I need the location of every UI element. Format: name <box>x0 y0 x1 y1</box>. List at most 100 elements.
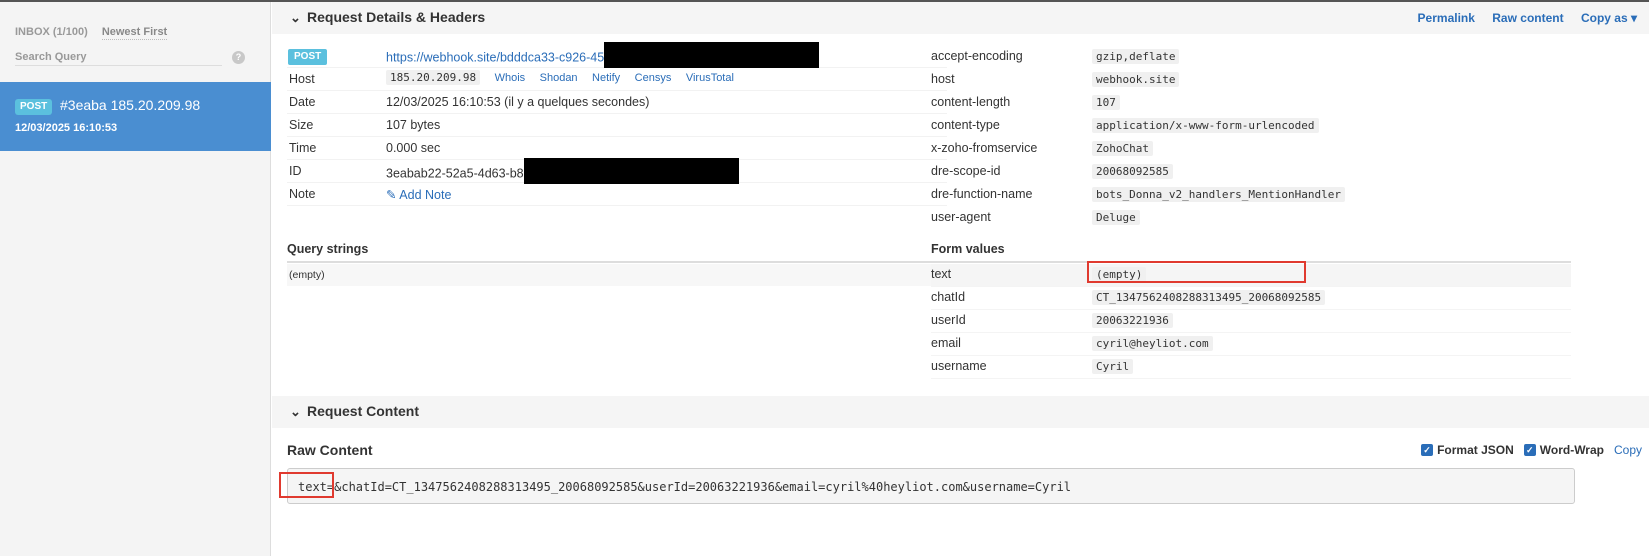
inbox-count: INBOX (1/100) <box>15 26 88 38</box>
header-key: user-agent <box>931 210 991 224</box>
add-note-button[interactable]: ✎ Add Note <box>386 187 451 202</box>
form-values-title: Form values <box>931 242 1571 263</box>
request-list-item[interactable]: POST #3eaba 185.20.209.98 12/03/2025 16:… <box>0 82 271 151</box>
header-key: content-type <box>931 118 1000 132</box>
content-section-header[interactable]: ⌄ Request Content <box>272 396 1649 428</box>
header-row: user-agent Deluge <box>931 207 1571 230</box>
shodan-link[interactable]: Shodan <box>540 72 578 84</box>
header-key: accept-encoding <box>931 49 1023 63</box>
redacted-block <box>523 158 739 184</box>
time-row: Time 0.000 sec <box>287 137 947 160</box>
request-title: #3eaba 185.20.209.98 <box>60 97 201 113</box>
form-value: 20063221936 <box>1092 313 1173 328</box>
request-date: 12/03/2025 16:10:53 <box>15 122 118 134</box>
form-key: chatId <box>931 290 966 304</box>
inbox-header: INBOX (1/100) Newest First <box>15 26 168 40</box>
whois-link[interactable]: Whois <box>495 72 526 84</box>
form-key: userId <box>931 313 966 327</box>
word-wrap-label: Word-Wrap <box>1539 443 1604 457</box>
redacted-block <box>604 42 820 68</box>
copy-as-dropdown[interactable]: Copy as ▾ <box>1581 11 1637 25</box>
header-value: Deluge <box>1092 210 1140 225</box>
details-section-header[interactable]: ⌄ Request Details & Headers Permalink Ra… <box>272 2 1649 34</box>
id-value: 3eabab22-52a5-4d63-b8 <box>386 166 524 181</box>
form-value: cyril@heyliot.com <box>1092 336 1213 351</box>
highlight-box <box>1087 261 1306 283</box>
request-details-table: POST https://webhook.site/bdddca33-c926-… <box>287 42 947 206</box>
raw-content-title: Raw Content <box>287 442 373 458</box>
host-row: Host 185.20.209.98 Whois Shodan Netify C… <box>287 68 947 91</box>
form-value: CT_1347562408288313495_20068092585 <box>1092 290 1326 305</box>
form-value: Cyril <box>1092 359 1134 374</box>
header-row: host webhook.site <box>931 69 1571 92</box>
permalink-link[interactable]: Permalink <box>1418 11 1475 25</box>
netify-link[interactable]: Netify <box>592 72 620 84</box>
date-row: Date 12/03/2025 16:10:53 (il y a quelque… <box>287 91 947 114</box>
time-label: Time <box>289 141 317 155</box>
header-actions: Permalink Raw content Copy as ▾ <box>1404 11 1637 25</box>
form-key: username <box>931 359 987 373</box>
request-url-link[interactable]: https://webhook.site/bdddca33-c926-45 <box>386 50 604 64</box>
header-row: dre-scope-id 20068092585 <box>931 161 1571 184</box>
host-label: Host <box>289 72 315 86</box>
word-wrap-checkbox[interactable]: ✓ <box>1523 444 1536 456</box>
format-json-checkbox[interactable]: ✓ <box>1421 444 1434 456</box>
size-row: Size 107 bytes <box>287 114 947 137</box>
form-row: email cyril@heyliot.com <box>931 333 1571 356</box>
header-row: content-type application/x-www-form-urlen… <box>931 115 1571 138</box>
header-key: x-zoho-fromservice <box>931 141 1038 155</box>
url-row: POST https://webhook.site/bdddca33-c926-… <box>287 42 947 68</box>
header-row: dre-function-name bots_Donna_v2_handlers_… <box>931 184 1571 207</box>
header-key: content-length <box>931 95 1011 109</box>
id-label: ID <box>289 164 302 178</box>
date-value: 12/03/2025 16:10:53 (il y a quelques sec… <box>386 95 650 109</box>
search-input[interactable] <box>15 48 222 66</box>
header-row: x-zoho-fromservice ZohoChat <box>931 138 1571 161</box>
header-row: accept-encoding gzip,deflate <box>931 46 1571 69</box>
host-ip: 185.20.209.98 <box>386 70 481 85</box>
method-badge: POST <box>288 49 328 65</box>
chevron-down-icon[interactable]: ⌄ <box>290 10 301 26</box>
form-key: email <box>931 336 961 350</box>
virustotal-link[interactable]: VirusTotal <box>686 72 734 84</box>
raw-content-options: ✓ Format JSON ✓ Word-Wrap Copy <box>1421 443 1642 457</box>
host-value: 185.20.209.98 Whois Shodan Netify Censys… <box>386 70 734 85</box>
header-value: bots_Donna_v2_handlers_MentionHandler <box>1092 187 1346 202</box>
headers-table: accept-encoding gzip,deflate host webhook.… <box>931 46 1571 230</box>
url-value: https://webhook.site/bdddca33-c926-45 <box>386 42 820 68</box>
raw-content-link[interactable]: Raw content <box>1492 11 1563 25</box>
header-value: 107 <box>1092 95 1120 110</box>
note-row: Note ✎ Add Note <box>287 183 947 206</box>
format-json-label: Format JSON <box>1437 443 1514 457</box>
censys-link[interactable]: Censys <box>635 72 672 84</box>
header-key: dre-function-name <box>931 187 1033 201</box>
header-value: webhook.site <box>1092 72 1180 87</box>
size-value: 107 bytes <box>386 118 441 132</box>
highlight-box <box>279 472 334 498</box>
id-row: ID 3eabab22-52a5-4d63-b8 <box>287 158 947 184</box>
main-panel: ⌄ Request Details & Headers Permalink Ra… <box>272 2 1649 556</box>
sort-dropdown[interactable]: Newest First <box>101 26 168 40</box>
header-key: host <box>931 72 955 86</box>
header-key: dre-scope-id <box>931 164 1001 178</box>
method-badge: POST <box>15 99 53 115</box>
pencil-icon: ✎ <box>386 188 397 202</box>
section-title: Request Details & Headers <box>307 9 486 25</box>
header-value: application/x-www-form-urlencoded <box>1092 118 1319 133</box>
date-label: Date <box>289 95 316 109</box>
size-label: Size <box>289 118 314 132</box>
header-row: content-length 107 <box>931 92 1571 115</box>
query-strings-value: (empty) <box>287 264 935 286</box>
query-strings-title: Query strings <box>287 242 935 263</box>
header-value: gzip,deflate <box>1092 49 1180 64</box>
header-value: 20068092585 <box>1092 164 1173 179</box>
help-icon[interactable]: ? <box>232 51 245 64</box>
raw-content-body[interactable]: text=&chatId=CT_1347562408288313495_2006… <box>287 468 1575 504</box>
note-label: Note <box>289 187 316 201</box>
chevron-down-icon[interactable]: ⌄ <box>290 404 301 420</box>
header-value: ZohoChat <box>1092 141 1153 156</box>
copy-button[interactable]: Copy <box>1614 443 1642 457</box>
section-title: Request Content <box>307 403 419 419</box>
id-value-wrap: 3eabab22-52a5-4d63-b8 <box>386 158 739 184</box>
time-value: 0.000 sec <box>386 141 441 155</box>
